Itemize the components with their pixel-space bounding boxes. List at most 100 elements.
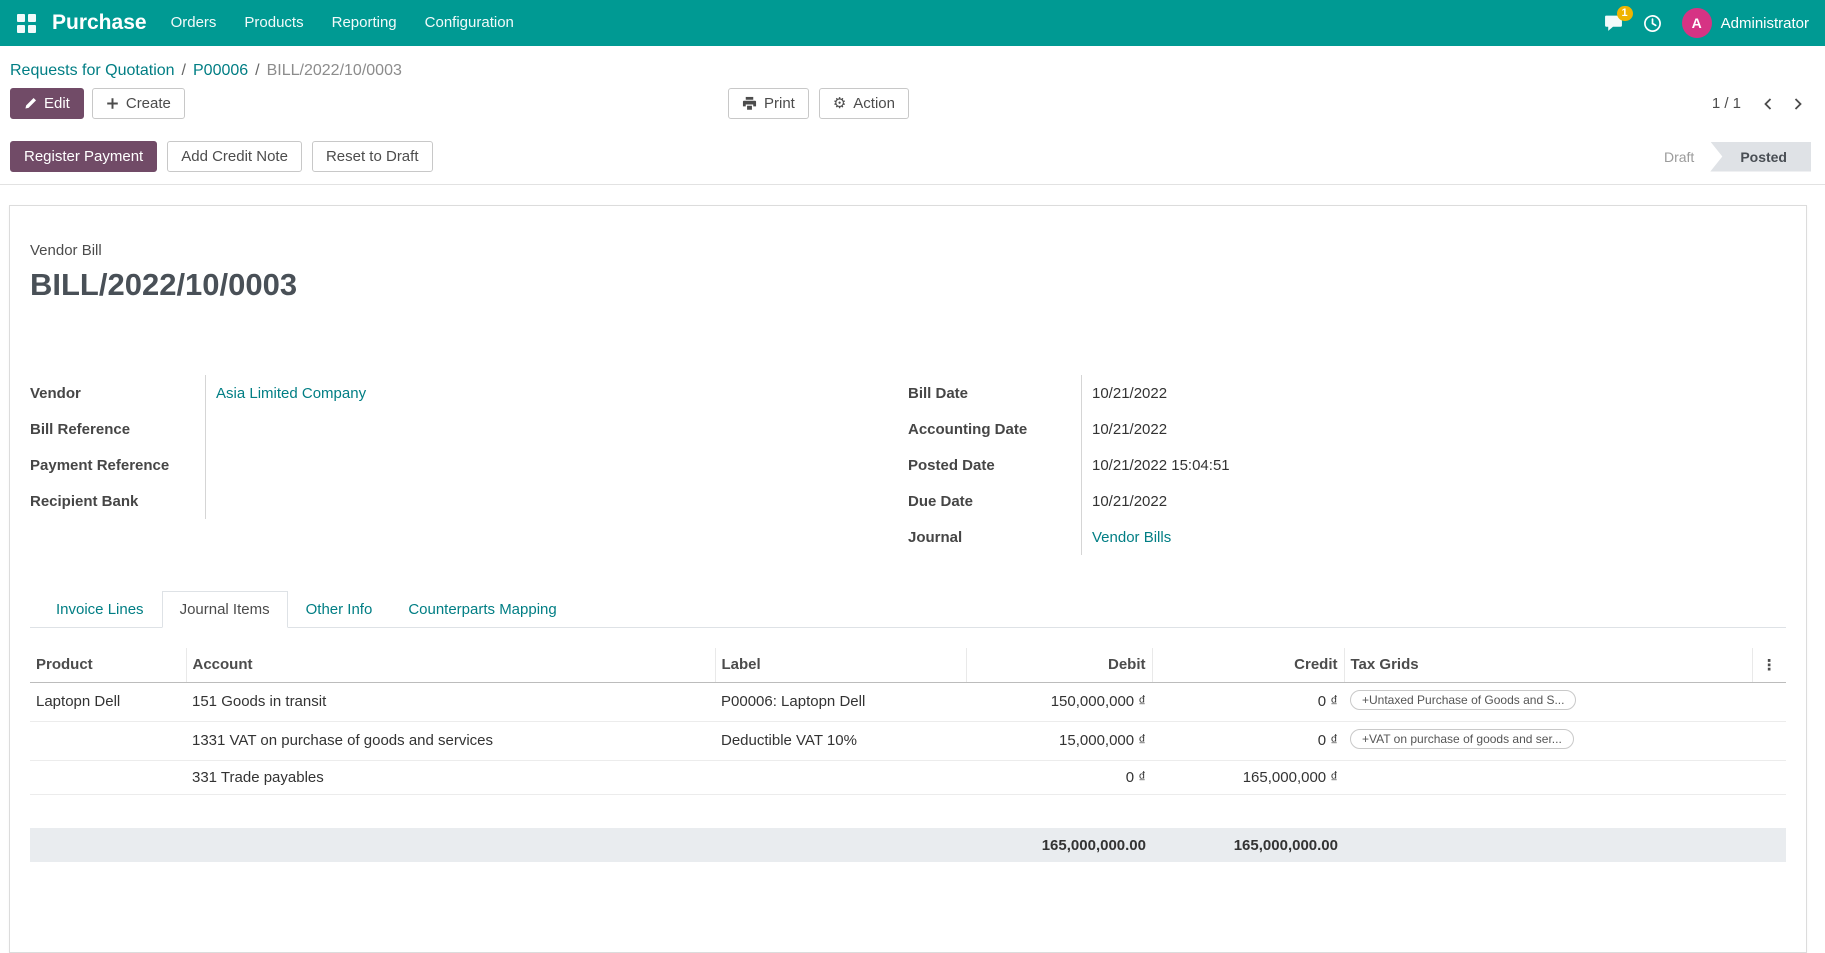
cell-credit[interactable]: 0 ₫ — [1152, 721, 1344, 761]
menu-configuration[interactable]: Configuration — [411, 0, 528, 46]
posted-date-value: 10/21/2022 15:04:51 — [1092, 456, 1230, 474]
breadcrumb-p00006[interactable]: P00006 — [193, 62, 248, 79]
menu-reporting[interactable]: Reporting — [318, 0, 411, 46]
pager-next-button[interactable] — [1785, 92, 1811, 116]
column-product[interactable]: Product — [30, 648, 187, 683]
pager-value[interactable]: 1 / 1 — [1712, 95, 1741, 112]
column-credit[interactable]: Credit — [1152, 648, 1345, 683]
cell-account[interactable]: 331 Trade payables — [186, 760, 715, 795]
table-header-row: Product Account Label Debit Credit Tax G… — [30, 648, 1786, 683]
edit-button[interactable]: Edit — [10, 88, 84, 119]
create-button[interactable]: Create — [91, 88, 185, 119]
journal-items-table: Product Account Label Debit Credit Tax G… — [30, 648, 1786, 862]
printer-icon — [742, 96, 757, 111]
pencil-icon — [25, 97, 37, 109]
recipient-bank-label: Recipient Bank — [30, 483, 206, 519]
spacer-row — [30, 794, 1786, 828]
form-statusbar: Register Payment Add Credit Note Reset t… — [0, 129, 1825, 185]
tab-journal-items[interactable]: Journal Items — [161, 591, 288, 628]
totals-row: 165,000,000.00 165,000,000.00 — [30, 828, 1786, 862]
cell-account[interactable]: 151 Goods in transit — [186, 682, 715, 722]
cell-product[interactable] — [30, 760, 186, 795]
tax-grid-pill: +Untaxed Purchase of Goods and S... — [1350, 689, 1577, 710]
plus-icon — [107, 98, 118, 109]
menu-products[interactable]: Products — [230, 0, 317, 46]
messages-button[interactable]: 1 — [1604, 6, 1633, 32]
optional-columns-toggle-icon[interactable]: ⋮ — [1752, 648, 1786, 683]
user-avatar: A — [1681, 8, 1712, 38]
vendor-bill-sheet: Vendor Bill BILL/2022/10/0003 Vendor Asi… — [9, 205, 1807, 953]
menu-orders[interactable]: Orders — [157, 0, 231, 46]
cell-tax-grids[interactable]: +VAT on purchase of goods and ser... — [1344, 721, 1752, 761]
status-widget: Draft Posted — [1648, 141, 1811, 172]
cell-debit[interactable]: 15,000,000 ₫ — [966, 721, 1152, 761]
cell-label[interactable]: P00006: Laptopn Dell — [715, 682, 966, 722]
journal-value[interactable]: Vendor Bills — [1082, 519, 1786, 555]
gear-icon: ⚙ — [832, 95, 847, 112]
reset-to-draft-button[interactable]: Reset to Draft — [311, 141, 433, 172]
cell-tax-grids[interactable] — [1344, 760, 1752, 795]
tab-invoice-lines[interactable]: Invoice Lines — [38, 591, 162, 628]
breadcrumb-separator: / — [255, 62, 260, 79]
table-row[interactable]: Laptopn Dell 151 Goods in transit P00006… — [30, 682, 1786, 722]
bill-date-value: 10/21/2022 — [1092, 384, 1168, 402]
status-posted[interactable]: Posted — [1710, 141, 1811, 172]
journal-label: Journal — [908, 519, 1082, 555]
cell-credit[interactable]: 0 ₫ — [1152, 682, 1344, 722]
user-menu[interactable]: A Administrator — [1681, 8, 1809, 38]
create-button-label: Create — [125, 95, 171, 112]
column-tax-grids[interactable]: Tax Grids — [1344, 648, 1753, 683]
vendor-value[interactable]: Asia Limited Company — [206, 375, 908, 411]
cell-label[interactable]: Deductible VAT 10% — [715, 721, 966, 761]
column-account[interactable]: Account — [186, 648, 716, 683]
document-type-label: Vendor Bill — [30, 242, 102, 259]
field-groups: Vendor Asia Limited Company Bill Referen… — [30, 375, 1786, 555]
tab-counterparts-mapping[interactable]: Counterparts Mapping — [390, 591, 574, 628]
field-posted-date: Posted Date 10/21/2022 15:04:51 — [908, 447, 1786, 483]
cell-label[interactable] — [715, 760, 966, 795]
tax-grid-pill: +VAT on purchase of goods and ser... — [1350, 728, 1574, 749]
payment-reference-label: Payment Reference — [30, 447, 206, 483]
cell-product[interactable]: Laptopn Dell — [30, 682, 186, 722]
cell-credit[interactable]: 165,000,000 ₫ — [1152, 760, 1344, 795]
user-name: Administrator — [1720, 14, 1809, 32]
activities-button[interactable] — [1643, 14, 1662, 33]
field-bill-date: Bill Date 10/21/2022 — [908, 375, 1786, 411]
field-journal: Journal Vendor Bills — [908, 519, 1786, 555]
cell-debit[interactable]: 0 ₫ — [966, 760, 1152, 795]
cell-account[interactable]: 1331 VAT on purchase of goods and servic… — [186, 721, 715, 761]
total-credit: 165,000,000.00 — [1152, 828, 1344, 862]
control-panel: Edit Create Print ⚙ Action 1 / 1 — [0, 80, 1825, 119]
column-debit[interactable]: Debit — [966, 648, 1153, 683]
action-button-label: Action — [853, 95, 895, 112]
total-debit: 165,000,000.00 — [966, 828, 1152, 862]
action-button[interactable]: ⚙ Action — [818, 88, 909, 119]
field-due-date: Due Date 10/21/2022 — [908, 483, 1786, 519]
app-title[interactable]: Purchase — [52, 11, 147, 35]
main-menu: Orders Products Reporting Configuration — [157, 0, 528, 46]
apps-menu-button[interactable] — [8, 0, 44, 46]
pager-previous-button[interactable] — [1755, 92, 1781, 116]
table-row[interactable]: 331 Trade payables 0 ₫ 165,000,000 ₫ — [30, 760, 1786, 795]
field-payment-reference: Payment Reference — [30, 447, 908, 483]
print-button-label: Print — [764, 95, 795, 112]
field-vendor: Vendor Asia Limited Company — [30, 375, 908, 411]
breadcrumb-requests-for-quotation[interactable]: Requests for Quotation — [10, 62, 175, 79]
table-row[interactable]: 1331 VAT on purchase of goods and servic… — [30, 721, 1786, 761]
tab-other-info[interactable]: Other Info — [288, 591, 391, 628]
field-recipient-bank: Recipient Bank — [30, 483, 908, 519]
posted-date-label: Posted Date — [908, 447, 1082, 483]
field-bill-reference: Bill Reference — [30, 411, 908, 447]
status-draft[interactable]: Draft — [1648, 142, 1710, 172]
accounting-date-label: Accounting Date — [908, 411, 1082, 447]
bill-date-label: Bill Date — [908, 375, 1082, 411]
cell-product[interactable] — [30, 721, 186, 761]
column-label[interactable]: Label — [715, 648, 967, 683]
recipient-bank-value — [206, 483, 908, 519]
cell-tax-grids[interactable]: +Untaxed Purchase of Goods and S... — [1344, 682, 1752, 722]
print-button[interactable]: Print — [728, 88, 809, 119]
add-credit-note-button[interactable]: Add Credit Note — [167, 141, 302, 172]
bill-reference-value — [206, 411, 908, 447]
register-payment-button[interactable]: Register Payment — [10, 141, 158, 172]
cell-debit[interactable]: 150,000,000 ₫ — [966, 682, 1152, 722]
